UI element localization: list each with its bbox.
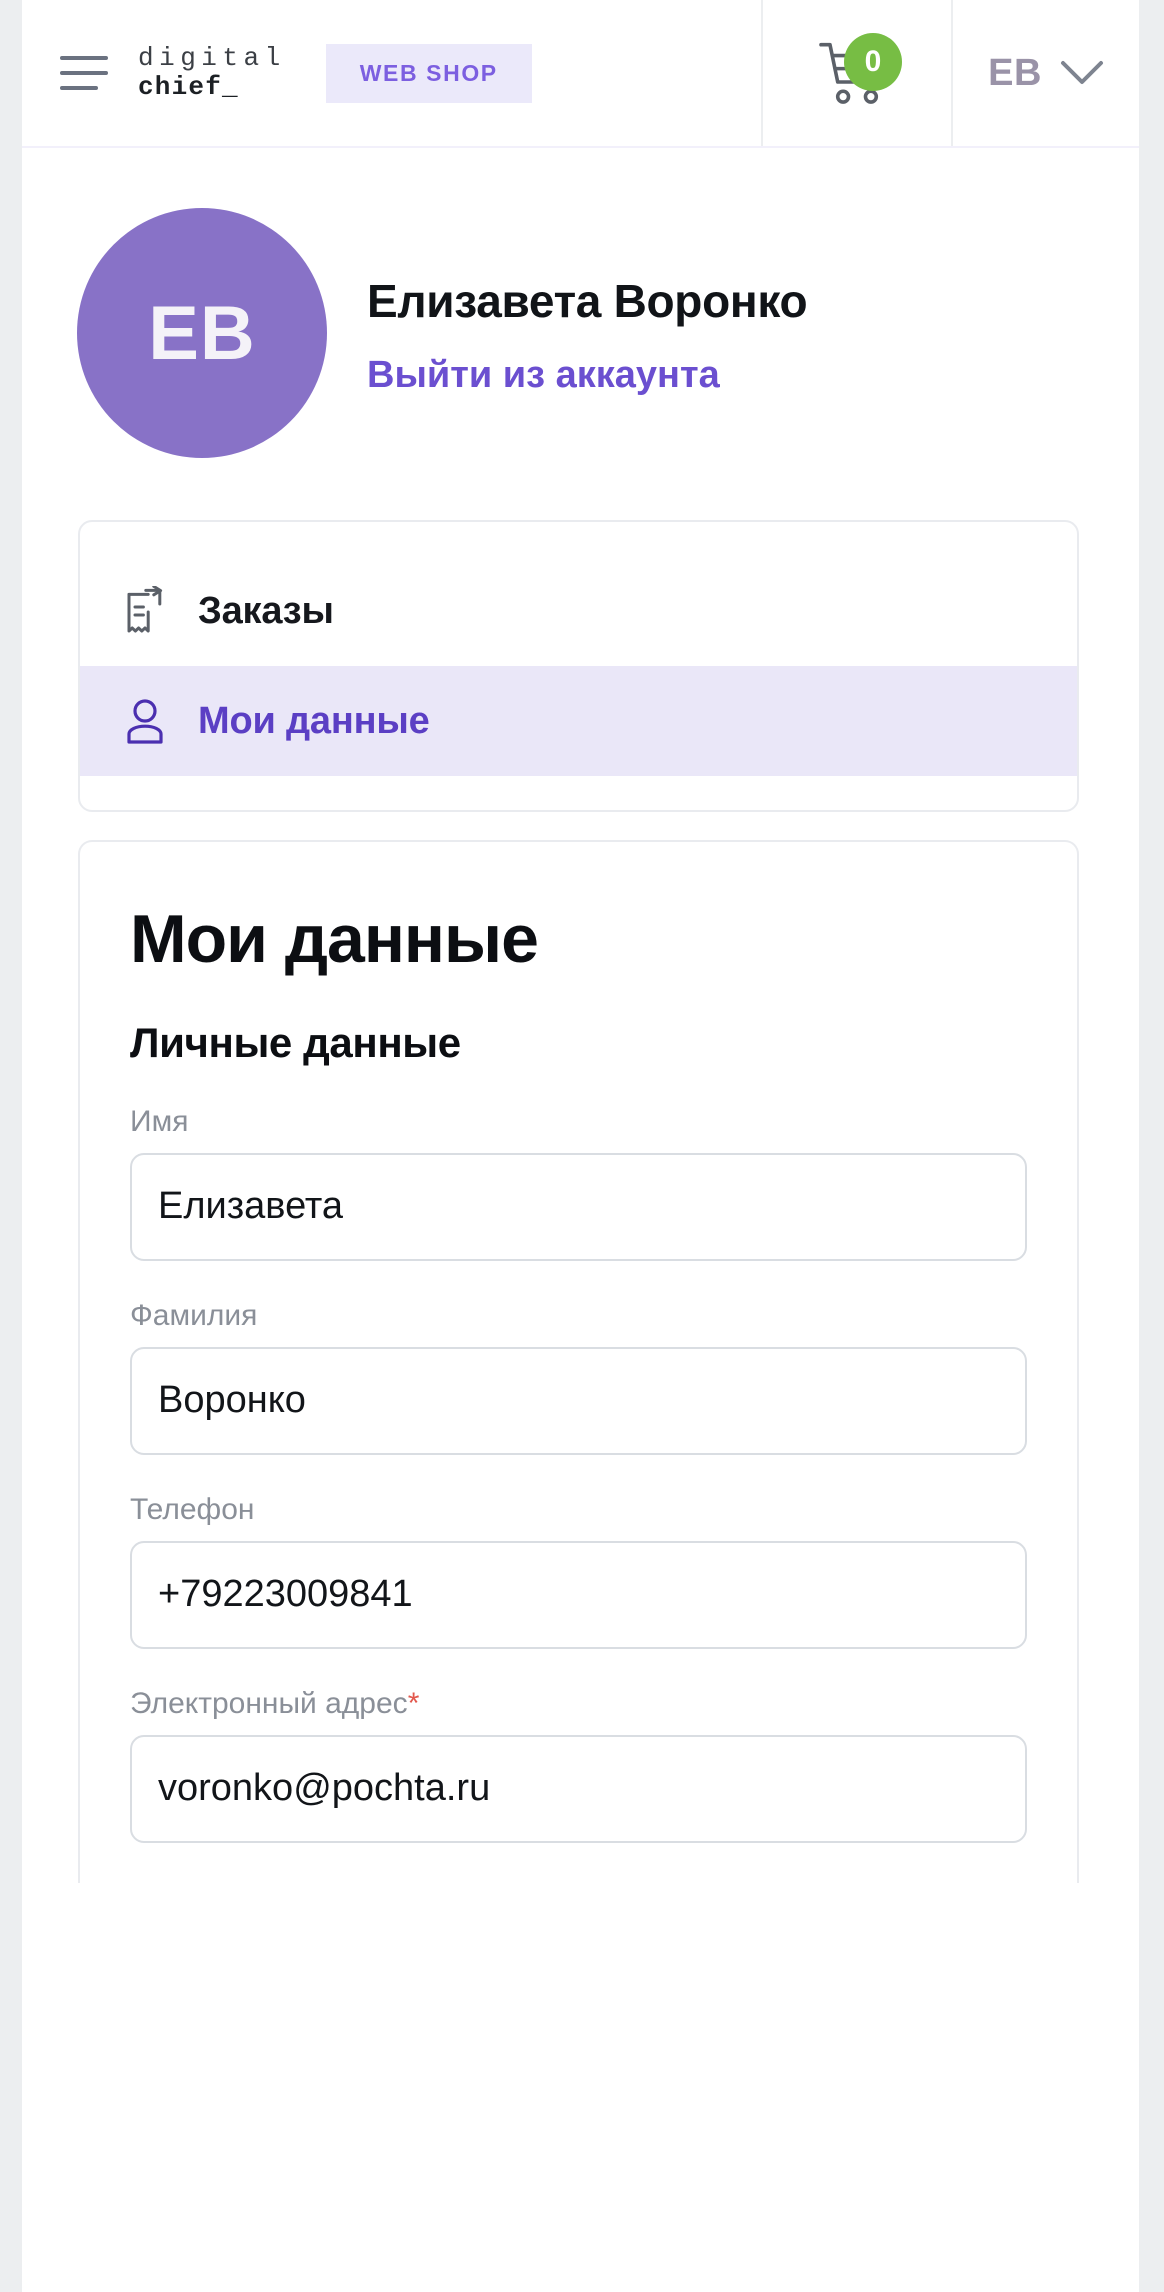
sidebar-item-orders[interactable]: Заказы (80, 556, 1077, 666)
app-viewport: digital chief_ WEB SHOP 0 ЕВ ЕВ Елизавет… (22, 0, 1139, 2292)
first-name-input[interactable] (130, 1152, 1027, 1261)
avatar: ЕВ (77, 208, 327, 458)
phone-input[interactable] (130, 1540, 1027, 1649)
page-root: digital chief_ WEB SHOP 0 ЕВ ЕВ Елизавет… (0, 0, 1164, 2292)
field-first-name: Имя (130, 1105, 1027, 1261)
field-last-name: Фамилия (130, 1299, 1027, 1455)
cart-count-badge: 0 (844, 33, 902, 91)
field-email-label: Электронный адрес* (130, 1686, 420, 1720)
receipt-order-icon (120, 584, 170, 638)
last-name-input[interactable] (130, 1346, 1027, 1455)
field-phone: Телефон (130, 1493, 1027, 1649)
hamburger-line-2 (60, 71, 108, 75)
profile-user-name: Елизавета Воронко (367, 274, 808, 327)
my-data-panel: Мои данные Личные данные Имя Фамилия Тел… (78, 840, 1079, 1883)
user-menu-button[interactable]: ЕВ (953, 0, 1139, 146)
field-first-name-label: Имя (130, 1104, 189, 1138)
user-person-icon (120, 694, 170, 748)
cart-button[interactable]: 0 (763, 0, 951, 146)
page-title: Мои данные (130, 901, 539, 977)
brand-logo-top: digital (138, 42, 286, 73)
account-nav-card: Заказы Мои данные (78, 520, 1079, 812)
profile-text-group: Елизавета Воронко Выйти из аккаунта (367, 268, 808, 399)
field-last-name-label: Фамилия (130, 1298, 258, 1332)
hamburger-line-1 (60, 56, 108, 60)
app-header: digital chief_ WEB SHOP 0 ЕВ (22, 0, 1139, 148)
header-user-initials: ЕВ (988, 51, 1042, 94)
profile-header: ЕВ Елизавета Воронко Выйти из аккаунта (22, 148, 1139, 458)
email-input[interactable] (130, 1734, 1027, 1843)
brand-logo[interactable]: digital chief_ (138, 42, 286, 102)
web-shop-badge[interactable]: WEB SHOP (325, 43, 532, 103)
hamburger-menu-icon[interactable] (60, 54, 108, 92)
sidebar-item-my-data[interactable]: Мои данные (80, 666, 1077, 776)
brand-logo-bottom: chief_ (138, 72, 239, 102)
sidebar-item-my-data-label: Мои данные (198, 699, 430, 742)
header-left-group: digital chief_ WEB SHOP (22, 0, 761, 146)
section-title-personal-data: Личные данные (130, 1018, 461, 1066)
chevron-down-icon (1060, 61, 1103, 84)
cart-icon-wrap: 0 (818, 33, 902, 109)
hamburger-line-3 (60, 86, 98, 90)
field-phone-label: Телефон (130, 1492, 255, 1526)
required-marker: * (407, 1686, 420, 1720)
field-email: Электронный адрес* (130, 1687, 1027, 1843)
logout-link[interactable]: Выйти из аккаунта (367, 353, 807, 399)
sidebar-item-orders-label: Заказы (198, 589, 334, 632)
